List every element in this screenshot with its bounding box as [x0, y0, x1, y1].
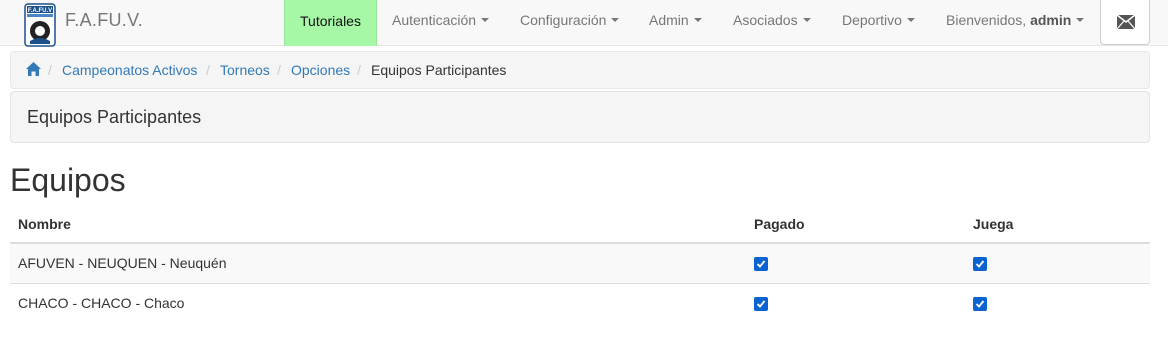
table-row: CHACO - CHACO - Chaco — [10, 284, 1150, 323]
breadcrumb: / Campeonatos Activos / Torneos / Opcion… — [10, 51, 1150, 89]
breadcrumb-opciones[interactable]: Opciones — [291, 62, 350, 78]
breadcrumb-separator: / — [48, 62, 52, 78]
nav-deportivo-dropdown[interactable]: Deportivo — [842, 0, 915, 46]
welcome-prefix: Bienvenidos, — [946, 12, 1031, 28]
team-name-cell: CHACO - CHACO - Chaco — [18, 295, 185, 311]
checkmark-icon — [756, 260, 766, 268]
envelope-icon — [1117, 15, 1135, 29]
nav-asociados-label: Asociados — [733, 12, 798, 28]
caret-down-icon — [906, 18, 915, 23]
caret-down-icon — [693, 18, 702, 23]
breadcrumb-campeonatos-activos[interactable]: Campeonatos Activos — [62, 62, 197, 78]
nav-tutoriales[interactable]: Tutoriales — [284, 0, 377, 46]
nav-admin-label: Admin — [649, 12, 689, 28]
nav-configuracion-label: Configuración — [520, 12, 607, 28]
column-header-pagado: Pagado — [754, 216, 805, 232]
messages-button[interactable] — [1100, 0, 1150, 45]
pagado-checkbox[interactable] — [754, 257, 768, 271]
brand-name[interactable]: F.A.FU.V. — [65, 10, 143, 31]
column-header-nombre: Nombre — [18, 216, 71, 232]
table-row: AFUVEN - NEUQUEN - Neuquén — [10, 244, 1150, 283]
breadcrumb-separator: / — [206, 62, 210, 78]
caret-down-icon — [1076, 18, 1085, 23]
team-name-cell: AFUVEN - NEUQUEN - Neuquén — [18, 255, 227, 271]
section-panel: Equipos Participantes — [10, 91, 1150, 143]
nav-deportivo-label: Deportivo — [842, 12, 902, 28]
column-header-juega: Juega — [973, 216, 1014, 232]
breadcrumb-torneos[interactable]: Torneos — [220, 62, 270, 78]
juega-checkbox[interactable] — [973, 297, 987, 311]
brand-logo-icon[interactable]: F.A.FU.V — [24, 3, 56, 47]
top-navbar: F.A.FU.V F.A.FU.V. Tutoriales Autenticac… — [0, 0, 1168, 47]
svg-text:F.A.FU.V: F.A.FU.V — [28, 8, 52, 14]
caret-down-icon — [611, 18, 620, 23]
nav-autenticacion-dropdown[interactable]: Autenticación — [392, 0, 490, 46]
breadcrumb-separator: / — [277, 62, 281, 78]
nav-configuracion-dropdown[interactable]: Configuración — [520, 0, 620, 46]
breadcrumb-active: Equipos Participantes — [371, 62, 507, 78]
nav-tutoriales-label: Tutoriales — [300, 13, 361, 29]
checkmark-icon — [975, 260, 985, 268]
checkmark-icon — [756, 300, 766, 308]
juega-checkbox[interactable] — [973, 257, 987, 271]
nav-admin-dropdown[interactable]: Admin — [649, 0, 702, 46]
pagado-checkbox[interactable] — [754, 297, 768, 311]
welcome-user: admin — [1030, 12, 1072, 28]
user-menu-dropdown[interactable]: Bienvenidos, admin — [946, 0, 1085, 46]
caret-down-icon — [802, 18, 811, 23]
page-title: Equipos — [10, 162, 126, 198]
nav-asociados-dropdown[interactable]: Asociados — [733, 0, 811, 46]
nav-autenticacion-label: Autenticación — [392, 12, 477, 28]
caret-down-icon — [481, 18, 490, 23]
breadcrumb-separator: / — [357, 62, 361, 78]
checkmark-icon — [975, 300, 985, 308]
panel-title: Equipos Participantes — [27, 107, 202, 127]
home-icon[interactable] — [26, 62, 41, 76]
